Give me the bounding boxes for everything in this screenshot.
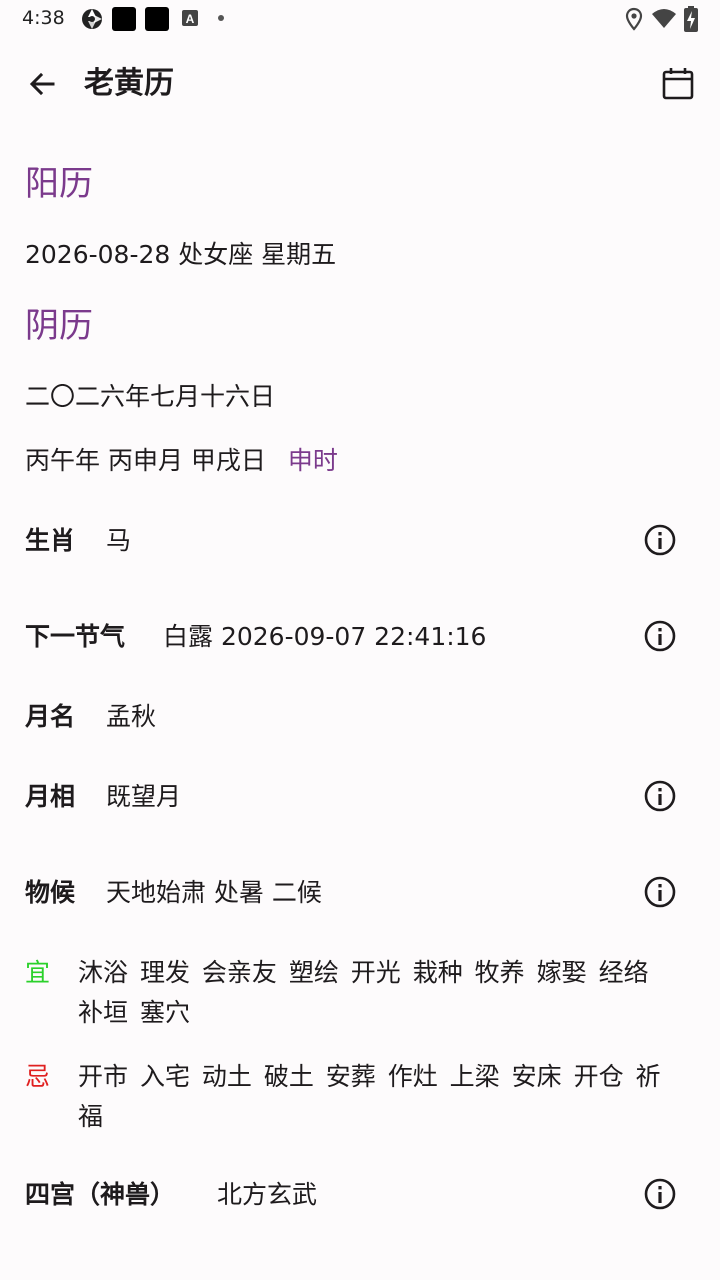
screen: 4:38 A 老黄历 阳历 2026-08-28 处女座 星期五 阴历 二〇二六… bbox=[0, 0, 720, 1280]
app-bar: 老黄历 bbox=[0, 48, 720, 120]
status-time: 4:38 bbox=[22, 7, 65, 29]
auspicious-items: 沐浴 理发 会亲友 塑绘 开光 栽种 牧养 嫁娶 经络 补垣 塞穴 bbox=[78, 958, 649, 1027]
status-bar: 4:38 A bbox=[0, 0, 720, 40]
moon-phase-value: 既望月 bbox=[106, 782, 182, 811]
info-icon bbox=[642, 1178, 678, 1216]
phenology-info-button[interactable] bbox=[642, 874, 678, 910]
next-term-info-button[interactable] bbox=[642, 618, 678, 654]
battery-charging-icon bbox=[684, 6, 698, 36]
back-button[interactable] bbox=[20, 62, 64, 106]
moon-phase-row: 月相 既望月 bbox=[25, 777, 695, 817]
ganzhi-text: 丙午年 丙申月 甲戌日 bbox=[25, 446, 266, 475]
zodiac-label: 生肖 bbox=[25, 526, 76, 555]
zodiac-value: 马 bbox=[106, 526, 132, 555]
inauspicious-mark: 忌 bbox=[25, 1062, 51, 1091]
info-icon bbox=[642, 620, 678, 658]
next-term-value: 白露 2026-09-07 22:41:16 bbox=[163, 622, 487, 651]
inauspicious-section: 忌 开市 入宅 动土 破土 安葬 作灶 上梁 安床 开仓 祈福 bbox=[25, 1057, 695, 1137]
info-icon bbox=[642, 524, 678, 562]
page-title: 老黄历 bbox=[84, 66, 174, 101]
lunar-heading: 阴历 bbox=[25, 306, 93, 346]
next-term-row: 下一节气 白露 2026-09-07 22:41:16 bbox=[25, 617, 695, 657]
a-badge-icon: A bbox=[181, 9, 199, 31]
ganzhi-line: 丙午年 丙申月 甲戌日 申时 bbox=[25, 444, 338, 478]
app-icon bbox=[145, 7, 169, 31]
month-name-row: 月名 孟秋 bbox=[25, 697, 695, 737]
calendar-icon bbox=[656, 68, 700, 110]
lunar-date: 二〇二六年七月十六日 bbox=[25, 382, 276, 411]
phenology-row: 物候 天地始肃 处暑 二候 bbox=[25, 873, 695, 913]
next-term-label: 下一节气 bbox=[25, 622, 126, 651]
phenology-label: 物候 bbox=[25, 878, 76, 907]
aperture-icon bbox=[80, 7, 104, 35]
four-palaces-row: 四宫（神兽） 北方玄武 bbox=[25, 1175, 695, 1215]
zodiac-info-button[interactable] bbox=[642, 522, 678, 558]
dot-icon bbox=[218, 15, 224, 21]
info-icon bbox=[642, 780, 678, 818]
auspicious-mark: 宜 bbox=[25, 958, 51, 987]
four-palaces-label: 四宫（神兽） bbox=[25, 1180, 176, 1209]
app-icon bbox=[112, 7, 136, 31]
four-palaces-info-button[interactable] bbox=[642, 1176, 678, 1212]
arrow-back-icon bbox=[20, 72, 64, 110]
info-icon bbox=[642, 876, 678, 914]
four-palaces-value: 北方玄武 bbox=[217, 1180, 318, 1209]
solar-date: 2026-08-28 处女座 星期五 bbox=[25, 240, 337, 269]
inauspicious-items: 开市 入宅 动土 破土 安葬 作灶 上梁 安床 开仓 祈福 bbox=[78, 1062, 661, 1131]
calendar-button[interactable] bbox=[656, 62, 700, 106]
month-name-value: 孟秋 bbox=[106, 702, 157, 731]
moon-phase-info-button[interactable] bbox=[642, 778, 678, 814]
solar-heading: 阳历 bbox=[25, 164, 93, 204]
month-name-label: 月名 bbox=[25, 702, 76, 731]
svg-text:A: A bbox=[186, 12, 195, 26]
moon-phase-label: 月相 bbox=[25, 782, 76, 811]
phenology-value: 天地始肃 处暑 二候 bbox=[106, 878, 322, 907]
lunar-hour: 申时 bbox=[287, 446, 338, 475]
location-icon bbox=[624, 7, 644, 35]
zodiac-row: 生肖 马 bbox=[25, 521, 695, 561]
auspicious-section: 宜 沐浴 理发 会亲友 塑绘 开光 栽种 牧养 嫁娶 经络 补垣 塞穴 bbox=[25, 953, 695, 1033]
wifi-icon bbox=[651, 7, 677, 35]
